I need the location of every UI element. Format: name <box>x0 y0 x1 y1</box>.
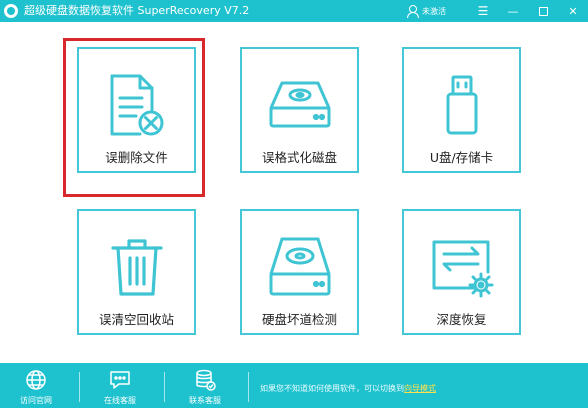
deep-recovery-icon <box>404 233 519 301</box>
tile-disk-scan[interactable]: 硬盘坏道检测 <box>240 209 359 335</box>
bottom-item-label: 在线客服 <box>104 396 136 405</box>
tile-label: 误清空回收站 <box>98 312 174 327</box>
close-button[interactable]: ✕ <box>558 0 588 22</box>
divider <box>164 372 165 402</box>
tile-usb-storage[interactable]: U盘/存储卡 <box>402 47 521 173</box>
recycle-bin-icon <box>79 233 194 301</box>
app-logo-icon <box>4 4 18 18</box>
tile-label: 硬盘坏道检测 <box>261 312 337 327</box>
chat-icon <box>110 371 130 389</box>
menu-button[interactable]: ☰ <box>468 0 498 22</box>
wizard-mode-link[interactable]: 向导模式 <box>404 384 436 393</box>
maximize-icon <box>538 6 548 16</box>
divider <box>248 372 249 402</box>
bottom-bar: 访问官网 在线客服 联系客服 如果您不知道如何使用软件，可以切换到向导模式 <box>0 363 588 408</box>
notice-text: 如果您不知道如何使用软件，可以切换到 <box>260 384 404 393</box>
user-status[interactable]: 未激活 <box>406 5 446 18</box>
tile-label: U盘/存储卡 <box>429 150 494 165</box>
window-title: 超级硬盘数据恢复软件 SuperRecovery V7.2 <box>24 4 250 17</box>
minimize-button[interactable]: — <box>498 0 528 22</box>
tile-formatted-disk[interactable]: 误格式化磁盘 <box>240 47 359 173</box>
tile-recycle-bin[interactable]: 误清空回收站 <box>77 209 196 335</box>
maximize-button[interactable] <box>528 0 558 22</box>
tile-label: 深度恢复 <box>436 312 487 327</box>
title-bar: 超级硬盘数据恢复软件 SuperRecovery V7.2 未激活 ☰ — ✕ <box>0 0 588 22</box>
online-support-button[interactable]: 在线客服 <box>90 369 150 408</box>
usb-drive-icon <box>404 71 519 139</box>
contact-service-button[interactable]: 联系客服 <box>175 369 235 408</box>
globe-icon <box>26 370 46 390</box>
bottom-item-label: 访问官网 <box>20 396 52 405</box>
tile-deleted-file[interactable]: 误删除文件 <box>77 47 196 173</box>
tile-label: 误删除文件 <box>105 150 168 165</box>
deleted-file-icon <box>79 71 194 139</box>
user-status-label: 未激活 <box>422 6 446 16</box>
user-icon <box>406 5 419 18</box>
tile-deep-recovery[interactable]: 深度恢复 <box>402 209 521 335</box>
title-bar-controls: 未激活 ☰ — ✕ <box>406 0 588 22</box>
divider <box>79 372 80 402</box>
database-service-icon <box>196 369 216 391</box>
disk-scan-icon <box>242 233 357 301</box>
bottom-item-label: 联系客服 <box>189 396 221 405</box>
tile-label: 误格式化磁盘 <box>261 150 337 165</box>
wizard-mode-notice: 如果您不知道如何使用软件，可以切换到向导模式 <box>260 383 436 394</box>
visit-website-button[interactable]: 访问官网 <box>6 369 66 408</box>
hard-disk-icon <box>242 71 357 139</box>
